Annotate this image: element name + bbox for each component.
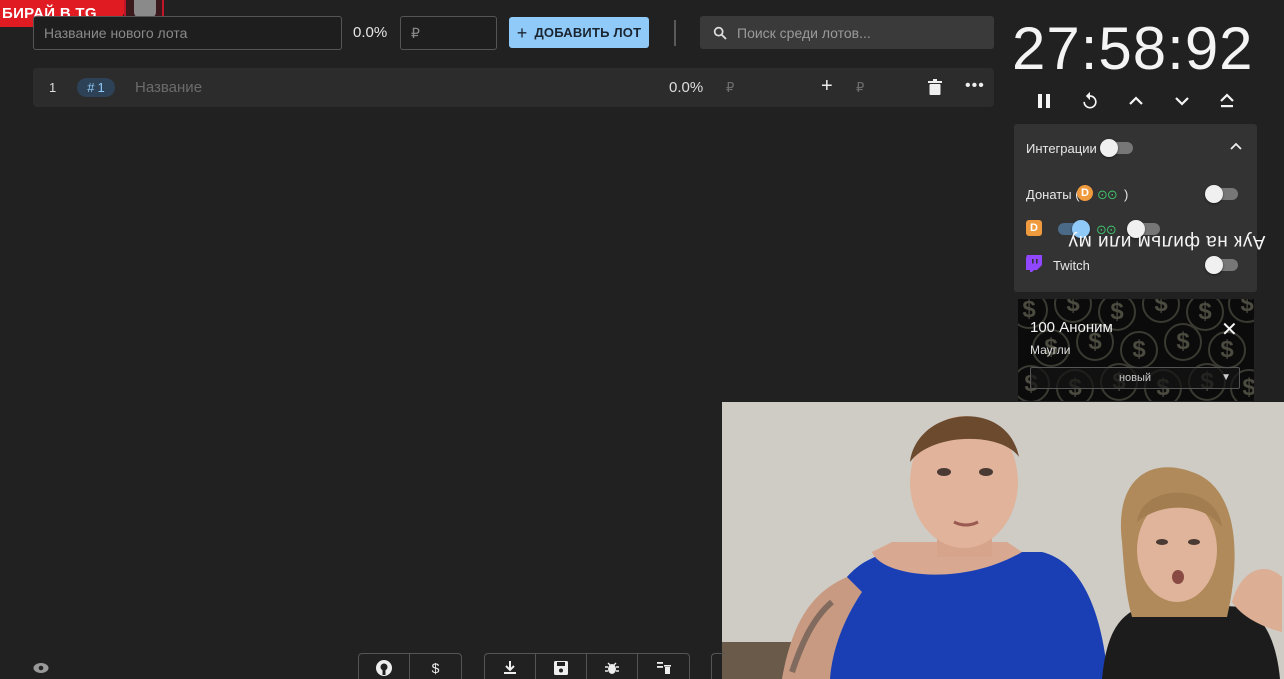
coin-icon: $	[1142, 299, 1180, 323]
integrations-toggle[interactable]	[1100, 139, 1133, 157]
chevron-down-icon[interactable]	[1171, 90, 1193, 112]
lot-percent: 0.0%	[669, 79, 704, 96]
delete-icon[interactable]	[928, 79, 942, 100]
search-input[interactable]	[737, 24, 977, 41]
more-icon[interactable]: •••	[965, 77, 985, 95]
lot-tag-number: 1	[97, 80, 105, 95]
close-icon[interactable]: ✕	[1221, 317, 1238, 342]
lot-row: 1 #1 Название 0.0% ₽ + ₽ •••	[33, 68, 994, 107]
github-icon[interactable]	[359, 654, 410, 679]
integrations-panel: Интеграции Донаты ( D ⊙⊙ ) D ⊙⊙ Twitch	[1014, 124, 1257, 292]
toolbar-divider	[674, 20, 676, 46]
links-toolbar: $	[358, 653, 462, 679]
coin-icon: $	[1164, 323, 1202, 361]
clear-list-icon[interactable]	[638, 654, 689, 679]
new-lot-percent: 0.0%	[353, 24, 388, 41]
twitch-icon	[1026, 255, 1042, 277]
hash-icon: #	[87, 80, 95, 95]
donation-card: $ $ $ $ $ $ $ $ $ $ $ $ $ $ $ $ $ 100 Ан…	[1018, 299, 1254, 401]
lot-add-amount-field[interactable]: ₽	[856, 80, 864, 96]
donationalerts-icon: D	[1026, 220, 1042, 236]
chevron-top-icon[interactable]	[1216, 90, 1238, 112]
download-icon[interactable]	[485, 654, 536, 679]
donation-message: Маугли	[1030, 343, 1071, 357]
donationalerts-icon: D	[1077, 185, 1093, 201]
lot-select[interactable]: новый ▼	[1030, 367, 1240, 389]
bug-icon[interactable]	[587, 654, 638, 679]
plus-icon: +	[516, 22, 528, 43]
reset-icon[interactable]	[1079, 90, 1101, 112]
new-lot-name-input[interactable]	[33, 16, 342, 50]
webcam-picture	[722, 402, 1284, 679]
donatepay-icon: ⊙⊙	[1097, 187, 1118, 202]
collapse-icon[interactable]	[1230, 140, 1242, 158]
lot-index: 1	[49, 80, 57, 95]
search-icon	[713, 26, 727, 40]
lot-amount-field[interactable]: ₽	[726, 80, 734, 96]
auction-timer: 27:58:92	[1012, 15, 1254, 82]
add-amount-icon[interactable]: +	[821, 75, 833, 98]
webcam-overlay	[722, 402, 1284, 679]
donations-label-close: )	[1124, 187, 1129, 202]
new-lot-price-input[interactable]	[400, 16, 497, 50]
twitch-label: Twitch	[1053, 258, 1090, 273]
lot-name-field[interactable]: Название	[135, 79, 202, 96]
toolbar-partial	[711, 653, 725, 679]
integrations-title: Интеграции	[1026, 141, 1097, 156]
lot-tag-chip[interactable]: #1	[77, 78, 115, 97]
caret-down-icon: ▼	[1221, 372, 1231, 383]
donation-amount: 100 Аноним	[1030, 319, 1113, 336]
add-lot-label: ДОБАВИТЬ ЛОТ	[534, 25, 642, 40]
chevron-up-icon[interactable]	[1125, 90, 1147, 112]
twitch-toggle[interactable]	[1205, 256, 1238, 274]
donate-dollar-icon[interactable]: $	[410, 654, 461, 679]
add-lot-button[interactable]: + ДОБАВИТЬ ЛОТ	[509, 17, 649, 48]
save-icon[interactable]	[536, 654, 587, 679]
search-box[interactable]	[700, 16, 994, 49]
actions-toolbar	[484, 653, 690, 679]
lot-select-value: новый	[1118, 372, 1152, 384]
donations-label: Донаты (	[1026, 187, 1080, 202]
overlay-flipped-text: Аук на фильм или му	[1068, 231, 1266, 252]
pause-icon[interactable]	[1033, 90, 1055, 112]
eye-icon[interactable]	[33, 661, 49, 679]
donations-toggle[interactable]	[1205, 185, 1238, 203]
